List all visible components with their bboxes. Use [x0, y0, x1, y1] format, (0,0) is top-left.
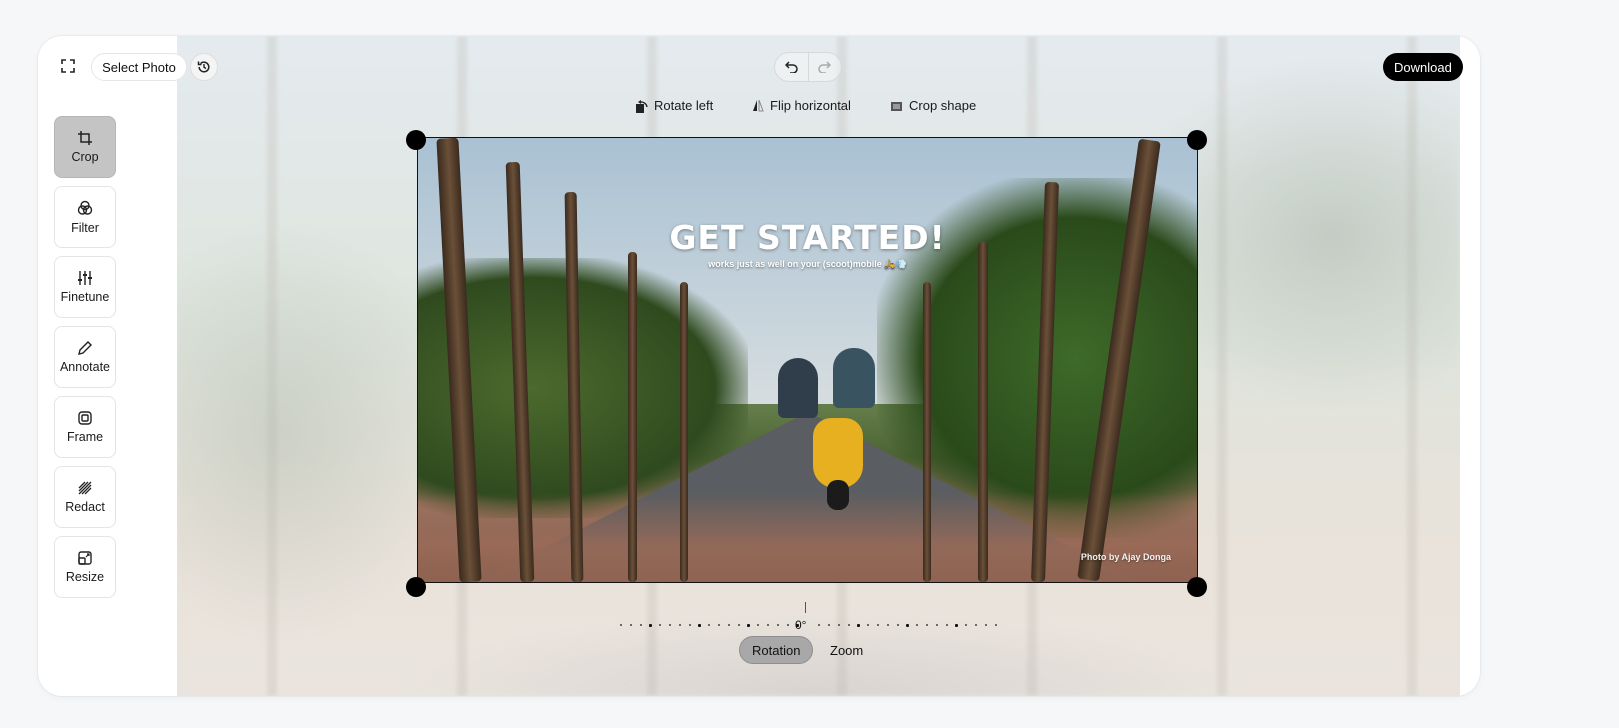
dial-tick: [767, 624, 769, 626]
sliders-icon: [78, 270, 92, 285]
dial-tick: [737, 624, 740, 626]
frame-icon: [78, 410, 92, 425]
dial-tick: [786, 624, 789, 626]
dial-tick: [659, 624, 662, 626]
tab-zoom-label: Zoom: [830, 642, 864, 658]
dial-tick: [747, 623, 751, 627]
redo-button[interactable]: [807, 53, 842, 81]
dial-tick: [649, 623, 653, 627]
dial-tick: [926, 624, 928, 626]
dial-tick: [975, 624, 977, 626]
dial-tick: [935, 624, 938, 626]
dial-tick: [984, 624, 987, 626]
dial-tick: [916, 624, 919, 626]
dial-tick: [896, 624, 899, 626]
sidebar-item-filter[interactable]: Filter: [54, 186, 116, 248]
sidebar-item-label: Frame: [66, 429, 104, 444]
dial-tick: [867, 624, 870, 626]
crop-icon: [78, 130, 92, 145]
dial-tick: [828, 624, 830, 626]
undo-icon: [784, 61, 798, 73]
crop-shape-label: Crop shape: [909, 98, 977, 113]
undo-redo-group: [774, 52, 842, 82]
tab-rotation[interactable]: Rotation: [739, 636, 814, 664]
sidebar-item-label: Resize: [65, 569, 105, 584]
sidebar-item-label: Annotate: [59, 359, 111, 374]
dial-tick: [955, 623, 959, 627]
rotate-left-button[interactable]: Rotate left: [635, 98, 713, 113]
dial-tick: [837, 624, 840, 626]
dial-tick: [629, 624, 632, 626]
sidebar-item-label: Filter: [71, 220, 99, 235]
crop-handle-top-right[interactable]: [1187, 130, 1207, 150]
filter-icon: [77, 200, 93, 215]
dial-tick: [965, 624, 968, 626]
rotate-left-icon: [636, 99, 648, 113]
select-photo-button[interactable]: Select Photo: [91, 53, 187, 81]
dial-tick: [906, 623, 910, 627]
redact-icon: [78, 481, 92, 494]
dial-tick: [857, 623, 861, 627]
download-button[interactable]: Download: [1383, 53, 1463, 81]
crop-handle-bottom-left[interactable]: [406, 577, 426, 597]
fullscreen-button[interactable]: [54, 52, 82, 80]
dial-tick: [678, 624, 681, 626]
rotation-value: 0°: [795, 618, 807, 632]
expand-icon: [61, 59, 75, 73]
crop-handle-top-left[interactable]: [406, 130, 426, 150]
crop-handle-bottom-right[interactable]: [1187, 577, 1207, 597]
sidebar-item-label: Redact: [65, 499, 105, 514]
rotate-left-label: Rotate left: [654, 98, 714, 113]
sidebar-item-label: Finetune: [60, 289, 110, 304]
photo-headline: GET STARTED!: [669, 218, 946, 257]
dial-tick: [708, 624, 711, 626]
crop-shape-button[interactable]: Crop shape: [890, 98, 976, 113]
dial-tick: [727, 624, 730, 626]
dial-tick: [698, 623, 702, 627]
sidebar-item-label: Crop: [71, 149, 99, 164]
resize-icon: [78, 550, 92, 565]
undo-button[interactable]: [775, 53, 808, 81]
history-icon: [197, 61, 210, 73]
crop-toolbar: Rotate left Flip horizontal Crop shape: [38, 98, 1480, 120]
sidebar-item-crop[interactable]: Crop: [54, 116, 116, 178]
dial-tick: [886, 624, 889, 626]
image-editor: GET STARTED! works just as well on your …: [38, 36, 1480, 696]
scooter-riders: [778, 348, 875, 510]
sidebar-item-finetune[interactable]: Finetune: [54, 256, 116, 318]
flip-horizontal-icon: [753, 99, 764, 112]
dial-tick: [639, 624, 642, 626]
dial-tick: [945, 624, 948, 626]
sidebar-item-redact[interactable]: Redact: [54, 466, 116, 528]
sidebar-item-resize[interactable]: Resize: [54, 536, 116, 598]
flip-horizontal-label: Flip horizontal: [770, 98, 851, 113]
sidebar-item-annotate[interactable]: Annotate: [54, 326, 116, 388]
history-button[interactable]: [190, 53, 218, 81]
select-photo-label: Select Photo: [102, 59, 176, 75]
flip-horizontal-button[interactable]: Flip horizontal: [752, 98, 851, 113]
crop-shape-icon: [891, 101, 902, 111]
dial-tick: [818, 624, 821, 626]
photo-subline: works just as well on your (scoot)mobile…: [708, 259, 907, 269]
photo-credit: Photo by Ajay Donga: [1080, 552, 1171, 562]
rotation-indicator: [805, 602, 806, 613]
tab-zoom[interactable]: Zoom: [818, 636, 875, 664]
dial-tick: [877, 624, 879, 626]
redo-icon: [818, 61, 832, 73]
download-label: Download: [1394, 59, 1452, 75]
dial-tick: [776, 624, 779, 626]
dial-tick: [669, 624, 671, 626]
dial-tick: [994, 624, 997, 626]
dial-tick: [718, 624, 720, 626]
dial-tick: [688, 624, 691, 626]
sidebar-item-frame[interactable]: Frame: [54, 396, 116, 458]
dial-tick: [847, 624, 850, 626]
dial-tick: [757, 624, 760, 626]
tab-rotation-label: Rotation: [752, 642, 801, 658]
pencil-icon: [78, 340, 92, 355]
crop-image[interactable]: GET STARTED! works just as well on your …: [417, 137, 1198, 583]
dial-tick: [620, 624, 622, 626]
